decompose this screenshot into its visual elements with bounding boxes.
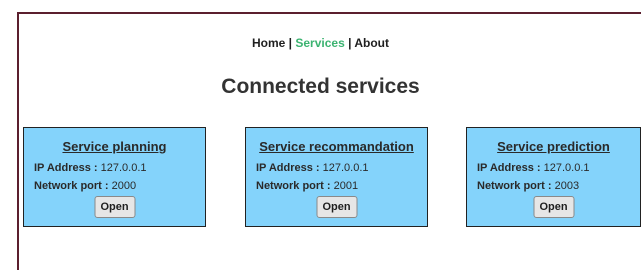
service-card-planning: Service planning IP Address : 127.0.0.1 … xyxy=(23,127,206,227)
network-port-label: Network port : xyxy=(34,180,109,192)
ip-address-row: IP Address : 127.0.0.1 xyxy=(34,162,147,174)
service-card-recommandation: Service recommandation IP Address : 127.… xyxy=(245,127,428,227)
ip-address-row: IP Address : 127.0.0.1 xyxy=(256,162,369,174)
network-port-row: Network port : 2000 xyxy=(34,180,136,192)
ip-address-value: 127.0.0.1 xyxy=(322,162,369,174)
network-port-row: Network port : 2001 xyxy=(256,180,358,192)
top-nav: Home | Services | About xyxy=(0,36,641,50)
service-card-prediction: Service prediction IP Address : 127.0.0.… xyxy=(466,127,641,227)
ip-address-label: IP Address : xyxy=(477,162,541,174)
network-port-value: 2000 xyxy=(111,180,137,192)
open-button[interactable]: Open xyxy=(316,196,357,218)
service-title: Service recommandation xyxy=(259,139,414,154)
network-port-row: Network port : 2003 xyxy=(477,180,579,192)
nav-about-link[interactable]: About xyxy=(354,36,389,50)
ip-address-value: 127.0.0.1 xyxy=(100,162,147,174)
network-port-value: 2001 xyxy=(333,180,359,192)
network-port-label: Network port : xyxy=(256,180,331,192)
ip-address-label: IP Address : xyxy=(256,162,320,174)
ip-address-label: IP Address : xyxy=(34,162,98,174)
page-title: Connected services xyxy=(221,75,420,98)
service-title: Service prediction xyxy=(497,139,610,154)
nav-home-link[interactable]: Home xyxy=(252,36,285,50)
open-button[interactable]: Open xyxy=(533,196,574,218)
nav-separator: | xyxy=(348,36,352,50)
nav-separator: | xyxy=(288,36,293,50)
network-port-value: 2003 xyxy=(554,180,580,192)
ip-address-value: 127.0.0.1 xyxy=(543,162,590,174)
nav-services-link[interactable]: Services xyxy=(295,36,344,50)
network-port-label: Network port : xyxy=(477,180,552,192)
service-title: Service planning xyxy=(62,139,167,154)
ip-address-row: IP Address : 127.0.0.1 xyxy=(477,162,590,174)
open-button[interactable]: Open xyxy=(94,196,135,218)
